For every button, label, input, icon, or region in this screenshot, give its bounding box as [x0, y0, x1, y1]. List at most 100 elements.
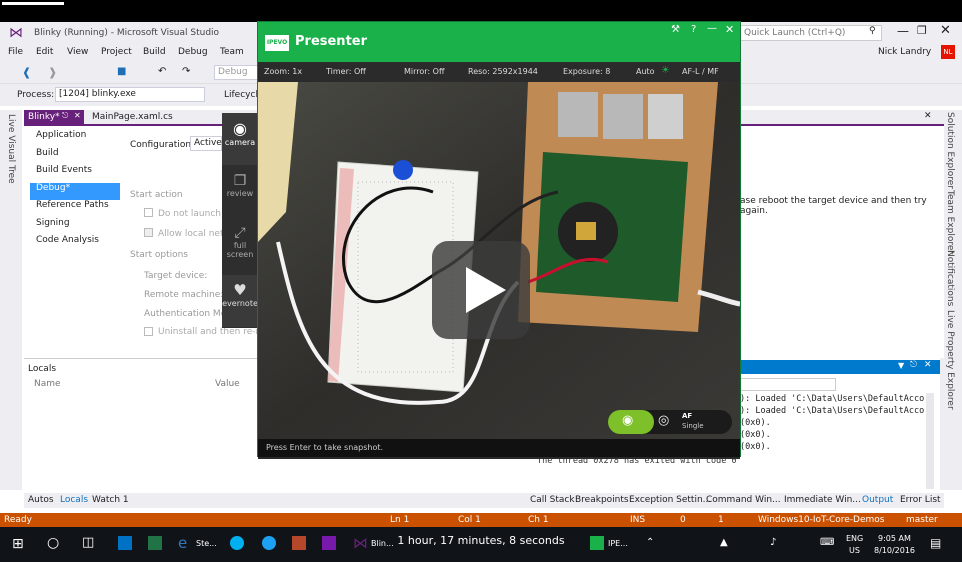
nav-application[interactable]: Application — [30, 130, 120, 148]
tab-watch[interactable]: Watch 1 — [92, 495, 129, 505]
nav-reference-paths[interactable]: Reference Paths — [30, 200, 120, 218]
nav-code-analysis[interactable]: Code Analysis — [30, 235, 120, 253]
tray-volume-icon[interactable]: ♪ — [770, 537, 776, 548]
menu-project[interactable]: Project — [101, 47, 132, 57]
minimize-button[interactable]: — — [897, 24, 909, 38]
start-icon[interactable]: ⊞ — [12, 536, 24, 552]
tab-blinky[interactable]: Blinky* ⎋ ✕ — [24, 110, 84, 124]
forward-icon[interactable]: ❱ — [48, 66, 57, 79]
tab-immediate-window[interactable]: Immediate Win... — [784, 495, 861, 505]
tab-mainpage[interactable]: MainPage.xaml.cs — [92, 112, 173, 122]
tray-keyboard-icon[interactable]: ⌨ — [820, 537, 834, 548]
pin-icon[interactable]: ⎋ — [62, 111, 68, 121]
allow-local-checkbox[interactable] — [144, 228, 153, 237]
task-view-icon[interactable]: ◫ — [82, 535, 94, 550]
lang-eng[interactable]: ENG — [846, 534, 863, 543]
tray-network-icon[interactable]: ▲ — [720, 537, 728, 548]
redo-icon[interactable]: ↷ — [182, 66, 190, 77]
ipevo-label[interactable]: IPE... — [608, 539, 628, 548]
status-branch[interactable]: master — [906, 515, 938, 525]
tab-command-window[interactable]: Command Win... — [706, 495, 781, 505]
menu-edit[interactable]: Edit — [36, 47, 53, 57]
save-icon[interactable]: ■ — [117, 66, 126, 77]
output-dropdown[interactable] — [740, 378, 836, 391]
clock-date[interactable]: 8/10/2016 — [874, 546, 915, 555]
close-button[interactable]: ✕ — [940, 23, 951, 38]
ipevo-taskbar-icon[interactable] — [590, 536, 604, 550]
play-button[interactable] — [432, 241, 530, 339]
excel-icon[interactable] — [148, 536, 162, 550]
live-visual-tree-tab[interactable]: Live Visual Tree — [6, 114, 16, 184]
pane-x-icon[interactable]: ✕ — [924, 360, 932, 370]
status-device[interactable]: Windows10-IoT-Core-Demos — [758, 515, 884, 525]
menu-team[interactable]: Team — [220, 47, 244, 57]
nav-signing[interactable]: Signing — [30, 218, 120, 236]
menu-debug[interactable]: Debug — [178, 47, 208, 57]
nav-build[interactable]: Build — [30, 148, 120, 166]
do-not-launch-checkbox[interactable] — [144, 208, 153, 217]
camera-side-button[interactable]: ◉ camera — [222, 113, 258, 165]
skype-icon[interactable] — [230, 536, 244, 550]
live-property-explorer-tab[interactable]: Live Property Explorer — [945, 310, 955, 410]
tab-call-stack[interactable]: Call Stack — [530, 495, 575, 505]
uninstall-checkbox[interactable] — [144, 327, 153, 336]
nav-debug[interactable]: Debug* — [30, 182, 120, 200]
auto-exposure-button[interactable]: Auto — [636, 67, 655, 76]
user-name[interactable]: Nick Landry — [878, 47, 931, 57]
lang-us[interactable]: US — [849, 546, 860, 555]
timer-control[interactable]: Timer: Off — [326, 67, 366, 76]
process-combo[interactable]: [1204] blinky.exe — [55, 87, 205, 102]
user-avatar[interactable]: NL — [941, 45, 955, 59]
quick-launch-input[interactable]: Quick Launch (Ctrl+Q) ⚲ — [740, 25, 882, 41]
team-explorer-tab[interactable]: Team Explorer — [945, 190, 955, 254]
tab-error-list[interactable]: Error List — [900, 495, 941, 505]
onenote-icon[interactable] — [322, 536, 336, 550]
undo-icon[interactable]: ↶ — [158, 66, 166, 77]
visual-studio-icon[interactable]: ⋈ — [353, 534, 368, 552]
search-circle-icon[interactable]: ○ — [47, 535, 59, 551]
restore-button[interactable]: ❐ — [917, 24, 927, 37]
review-side-button[interactable]: ❐ review — [222, 167, 258, 219]
menu-file[interactable]: File — [8, 47, 23, 57]
twitter-icon[interactable] — [262, 536, 276, 550]
tab-close-icon[interactable]: ✕ — [74, 111, 81, 120]
nav-build-events[interactable]: Build Events — [30, 165, 120, 183]
tab-locals[interactable]: Locals — [60, 495, 88, 505]
snapshot-button[interactable]: ◉ — [608, 410, 654, 434]
tray-chevron-icon[interactable]: ⌃ — [646, 537, 654, 548]
presenter-close-icon[interactable]: ✕ — [725, 23, 734, 36]
fullscreen-side-button[interactable]: ⤢ full screen — [222, 221, 258, 273]
tab-exception-settings[interactable]: Exception Settin... — [629, 495, 711, 505]
menu-build[interactable]: Build — [143, 47, 166, 57]
reso-control[interactable]: Reso: 2592x1944 — [468, 67, 538, 76]
action-center-icon[interactable]: ▤ — [930, 536, 941, 550]
config-combo[interactable]: Debug — [214, 65, 258, 80]
menu-view[interactable]: View — [67, 47, 88, 57]
settings-wrench-icon[interactable]: ⚒ — [671, 24, 680, 35]
white-balance-icon[interactable]: ☀ — [661, 65, 670, 76]
notifications-tab[interactable]: Notifications — [945, 250, 955, 306]
outlook-icon[interactable] — [118, 536, 132, 550]
tab-output[interactable]: Output — [862, 495, 893, 505]
mirror-control[interactable]: Mirror: Off — [404, 67, 444, 76]
tab-autos[interactable]: Autos — [28, 495, 54, 505]
tab-breakpoints[interactable]: Breakpoints — [575, 495, 629, 505]
pane-menu-icon[interactable]: ▼ — [898, 361, 904, 370]
clock-time[interactable]: 9:05 AM — [878, 534, 911, 543]
configuration-combo[interactable]: Active — [190, 136, 222, 151]
edge-label[interactable]: Ste... — [196, 539, 217, 548]
pane-close-icon[interactable]: ✕ — [924, 111, 932, 121]
exposure-control[interactable]: Exposure: 8 — [563, 67, 610, 76]
output-scrollbar[interactable] — [926, 393, 934, 489]
evernote-side-button[interactable]: ♥ evernote — [222, 275, 258, 327]
edge-icon[interactable]: e — [178, 534, 187, 552]
powerpoint-icon[interactable] — [292, 536, 306, 550]
pane-pin-icon[interactable]: ⎋ — [910, 360, 917, 370]
solution-explorer-tab[interactable]: Solution Explorer — [945, 112, 955, 189]
focus-control[interactable]: AF-L / MF — [682, 67, 719, 76]
back-icon[interactable]: ❰ — [22, 66, 31, 79]
zoom-control[interactable]: Zoom: 1x — [264, 67, 302, 76]
help-icon[interactable]: ? — [691, 24, 696, 35]
af-target-icon[interactable]: ◎ — [658, 413, 669, 428]
presenter-minimize-icon[interactable]: — — [707, 23, 717, 34]
